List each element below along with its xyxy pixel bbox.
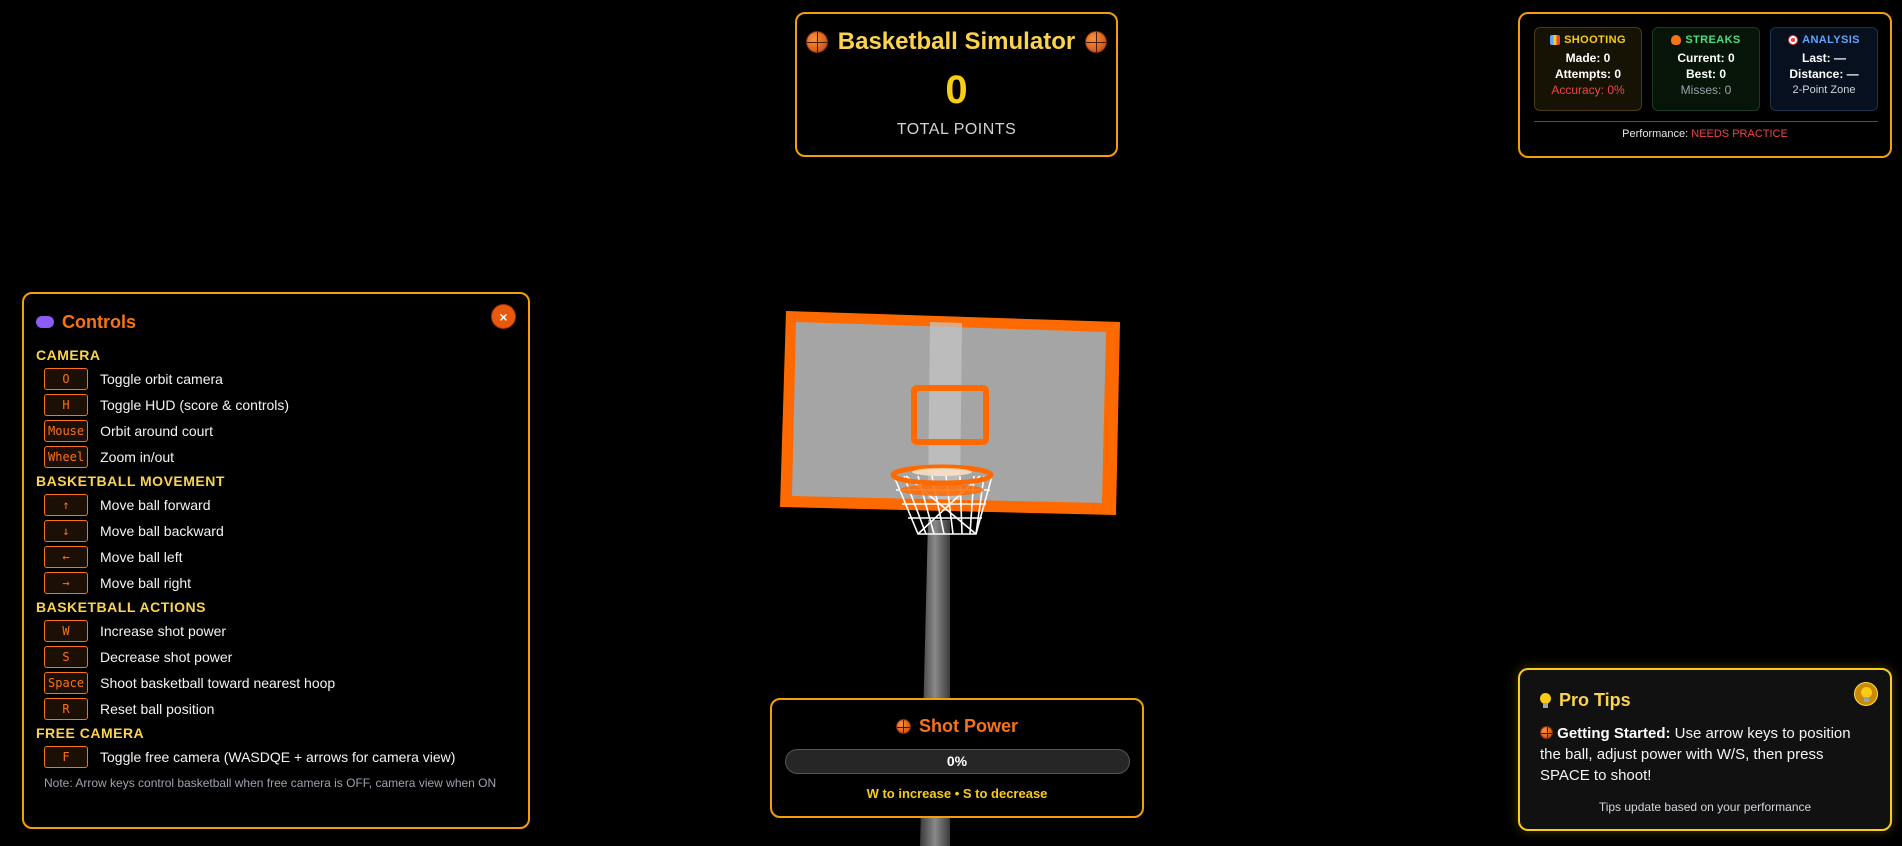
scoreboard-title: Basketball Simulator [797,28,1116,56]
shot-power-percent: 0% [946,753,968,769]
misses-count: Misses: 0 [1680,83,1732,97]
key-cap: → [44,572,88,594]
controls-panel: Controls × CAMERA O Toggle orbit camera H To… [22,292,530,829]
key-cap: Space [44,672,89,694]
hoop-rim [890,464,994,496]
control-description: Increase shot power [100,623,227,639]
key-cap: Mouse [44,420,89,442]
control-row: → Move ball right [36,570,516,596]
control-description: Orbit around court [100,423,213,439]
key-cap: ← [44,546,88,568]
control-row: Mouse Orbit around court [36,418,516,444]
controls-section-title: BASKETBALL ACTIONS [36,599,206,615]
control-description: Shoot basketball toward nearest hoop [100,675,336,691]
control-row: Space Shoot basketball toward nearest hoo… [36,670,516,696]
performance-line: Performance: NEEDS PRACTICE [1520,128,1890,140]
shot-power-header: Shot Power [772,716,1142,737]
key-cap: Wheel [44,446,89,468]
shot-power-hint: W to increase • S to decrease [866,786,1048,801]
game-title: Basketball Simulator [837,28,1076,55]
control-description: Toggle orbit camera [100,371,223,387]
control-description: Move ball forward [100,497,211,513]
total-points-value: 0 [945,68,968,112]
key-cap: W [44,620,88,642]
control-description: Toggle free camera (WASDQE + arrows for … [100,749,456,765]
performance-value: NEEDS PRACTICE [1691,128,1788,140]
controls-title: Controls [62,311,136,332]
target-icon [1788,35,1799,45]
control-sections: CAMERA O Toggle orbit camera H Toggle HUD (s… [36,344,516,770]
key-cap: R [44,698,88,720]
control-description: Move ball right [100,575,192,591]
lightbulb-icon [1860,687,1872,702]
control-row: H Toggle HUD (score & controls) [36,392,516,418]
controls-note: Note: Arrow keys control basketball when… [44,776,497,790]
controls-section-title: BASKETBALL MOVEMENT [36,473,225,489]
lightbulb-icon [1540,693,1551,708]
shooting-header: SHOOTING [1564,34,1626,46]
control-description: Decrease shot power [100,649,233,665]
control-row: ← Move ball left [36,544,516,570]
stats-panel: SHOOTING Made: 0 Attempts: 0 Accuracy: 0… [1518,12,1892,158]
key-cap: ↑ [44,494,88,516]
scoreboard: Basketball Simulator 0 TOTAL POINTS [795,12,1118,157]
controls-section-title: FREE CAMERA [36,725,145,741]
control-description: Reset ball position [100,701,215,717]
key-cap: F [44,746,88,768]
key-cap: H [44,394,88,416]
attempts-count: Attempts: 0 [1554,67,1621,81]
key-cap: ↓ [44,520,88,542]
control-row: R Reset ball position [36,696,516,722]
stats-divider [1534,121,1878,122]
basketball-icon [895,719,911,734]
tip-lead: Getting Started: [1557,725,1671,742]
shot-distance: Distance: — [1789,67,1859,81]
pro-tips-title: Pro Tips [1559,690,1631,710]
made-count: Made: 0 [1565,51,1611,65]
game-stage[interactable]: Basketball Simulator 0 TOTAL POINTS SHOO… [0,0,1902,846]
tips-toggle-button[interactable] [1854,682,1878,706]
streaks-header: STREAKS [1685,34,1741,46]
shot-power-panel: Shot Power 0% W to increase • S to decre… [770,698,1144,818]
shooting-stats: SHOOTING Made: 0 Attempts: 0 Accuracy: 0… [1534,27,1642,111]
zone-label: 2-Point Zone [1792,84,1856,96]
analysis-stats: ANALYSIS Last: — Distance: — 2-Point Zon… [1770,27,1878,111]
current-streak: Current: 0 [1677,51,1735,65]
tip-text: Getting Started: Use arrow keys to posit… [1540,723,1870,786]
control-row: ↑ Move ball forward [36,492,516,518]
close-controls-button[interactable]: × [491,304,516,329]
performance-label: Performance: [1622,128,1689,140]
key-cap: S [44,646,88,668]
shot-power-bar: 0% [784,749,1130,774]
last-shot: Last: — [1801,51,1846,65]
tips-footer: Tips update based on your performance [1598,800,1812,814]
basketball-icon [1540,726,1553,739]
bar-chart-icon [1550,35,1561,45]
control-description: Toggle HUD (score & controls) [100,397,290,413]
controls-section-title: CAMERA [36,347,101,363]
accuracy-value: Accuracy: 0% [1551,83,1625,97]
analysis-header: ANALYSIS [1802,34,1860,46]
shot-power-title: Shot Power [918,716,1018,736]
best-streak: Best: 0 [1685,67,1726,81]
basketball-icon [805,31,828,53]
fire-icon [1671,35,1682,45]
control-row: F Toggle free camera (WASDQE + arrows for… [36,744,516,770]
control-row: ↓ Move ball backward [36,518,516,544]
control-row: O Toggle orbit camera [36,366,516,392]
control-row: S Decrease shot power [36,644,516,670]
total-points-label: TOTAL POINTS [896,121,1017,138]
pro-tips-panel: Pro Tips Getting Started: Use arrow keys… [1518,668,1892,831]
control-description: Move ball left [100,549,183,565]
basketball-icon [1085,31,1108,53]
streak-stats: STREAKS Current: 0 Best: 0 Misses: 0 [1652,27,1760,111]
gamepad-icon [36,316,54,328]
key-cap: O [44,368,88,390]
control-description: Zoom in/out [100,449,175,465]
control-row: Wheel Zoom in/out [36,444,516,470]
pro-tips-header: Pro Tips [1540,690,1870,711]
control-description: Move ball backward [100,523,224,539]
controls-header: Controls [36,312,136,333]
control-row: W Increase shot power [36,618,516,644]
